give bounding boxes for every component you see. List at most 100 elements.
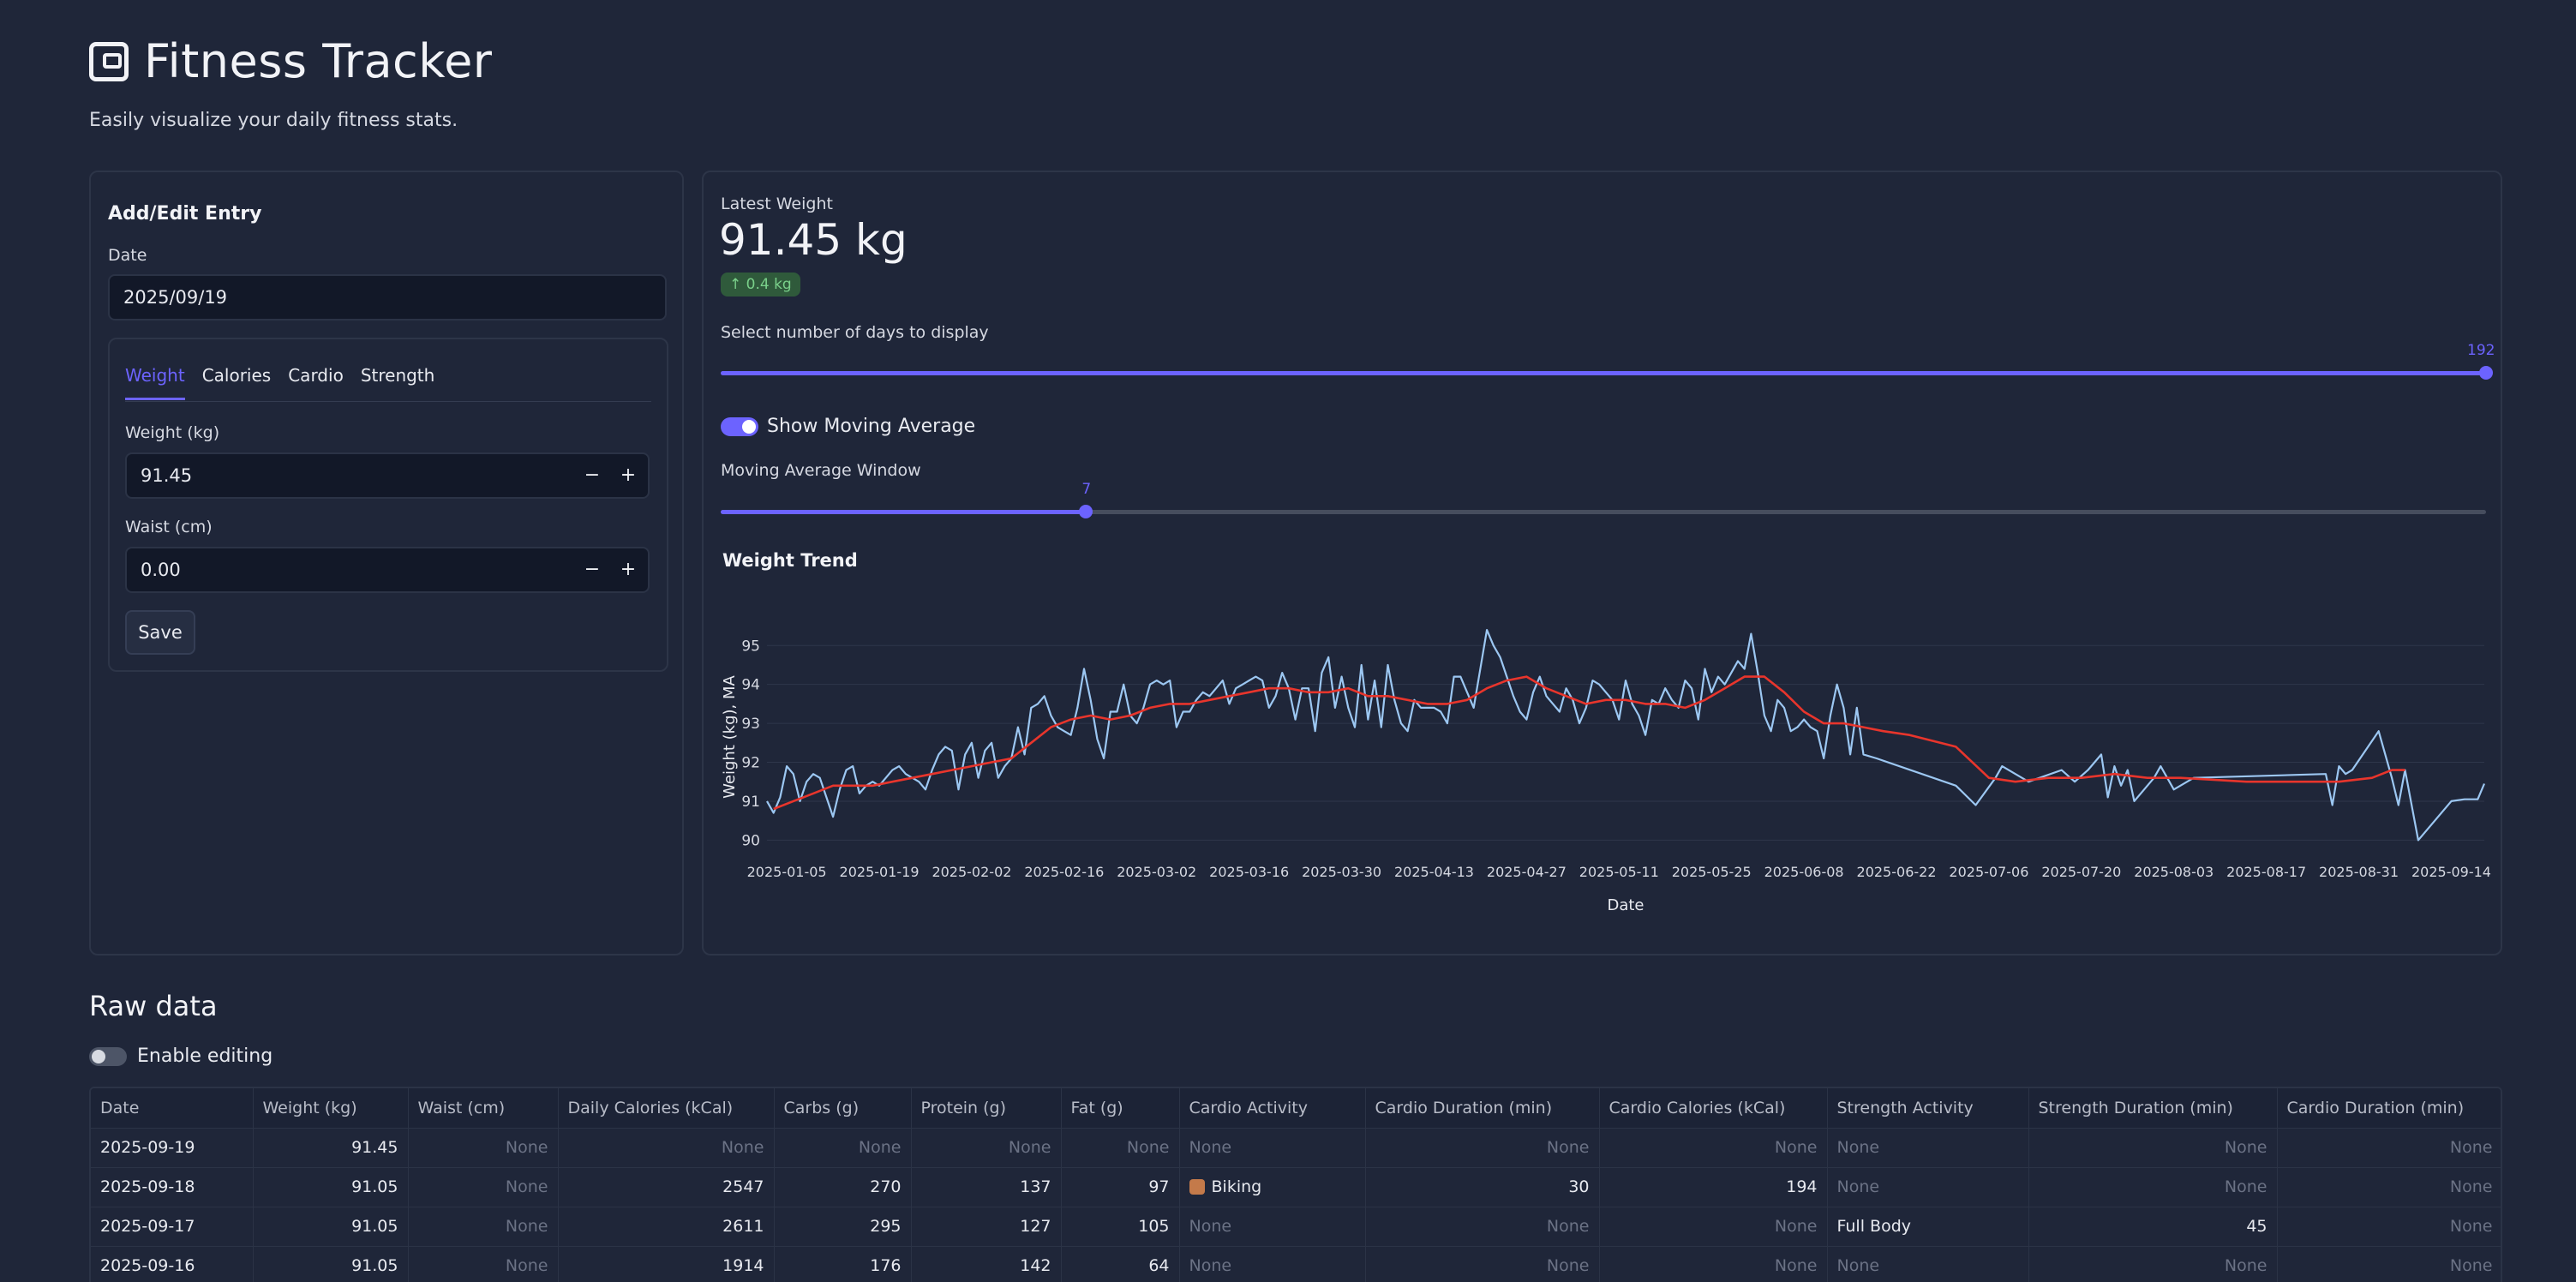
column-header[interactable]: Carbs (g) (774, 1088, 912, 1129)
table-cell[interactable]: 295 (774, 1207, 912, 1247)
table-cell[interactable]: 91.45 (253, 1128, 409, 1168)
table-cell[interactable]: 45 (2028, 1207, 2278, 1247)
enable-editing-toggle[interactable] (89, 1046, 127, 1066)
table-cell[interactable]: None (911, 1128, 1062, 1168)
column-header[interactable]: Cardio Duration (min) (1365, 1088, 1600, 1129)
table-cell[interactable]: None (2028, 1128, 2278, 1168)
weight-label: Weight (kg) (125, 423, 220, 442)
table-row[interactable]: 2025-09-19 91.45 None None None None None None N… (91, 1128, 2501, 1168)
stats-card: Latest Weight 91.45 kg ↑ 0.4 kg Select n… (702, 171, 2502, 956)
table-cell[interactable]: 1914 (558, 1246, 775, 1282)
form-title: Add/Edit Entry (108, 203, 262, 225)
table-cell[interactable]: 194 (1599, 1167, 1828, 1207)
column-header[interactable]: Cardio Duration (min) (2277, 1088, 2501, 1129)
table-cell[interactable]: None (1827, 1167, 2029, 1207)
enable-editing-toggle-row[interactable]: Enable editing (89, 1045, 273, 1067)
date-input[interactable]: 2025/09/19 (108, 274, 667, 320)
table-cell[interactable]: None (1827, 1246, 2029, 1282)
x-tick-label: 2025-06-22 (1857, 864, 1937, 880)
table-cell[interactable]: None (1365, 1207, 1600, 1247)
column-header[interactable]: Daily Calories (kCal) (558, 1088, 775, 1129)
table-cell[interactable]: None (1179, 1128, 1366, 1168)
table-cell[interactable]: None (1179, 1246, 1366, 1282)
tab-calories[interactable]: Calories (202, 365, 272, 400)
table-row[interactable]: 2025-09-16 91.05 None 1914 176 142 64 None None N… (91, 1246, 2501, 1282)
column-header[interactable]: Cardio Calories (kCal) (1599, 1088, 1828, 1129)
table-cell[interactable]: None (408, 1246, 559, 1282)
table-cell[interactable]: 270 (774, 1167, 912, 1207)
table-cell[interactable]: 91.05 (253, 1207, 409, 1247)
waist-decrement-button[interactable]: − (579, 548, 605, 591)
table-cell[interactable]: Biking (1179, 1167, 1366, 1207)
save-button[interactable]: Save (125, 610, 195, 655)
page-subtitle: Easily visualize your daily fitness stat… (89, 110, 458, 131)
table-cell[interactable]: None (408, 1128, 559, 1168)
column-header[interactable]: Waist (cm) (408, 1088, 559, 1129)
x-tick-label: 2025-01-19 (840, 864, 920, 880)
table-cell[interactable]: 2025-09-16 (91, 1246, 254, 1282)
waist-increment-button[interactable]: + (615, 548, 641, 591)
table-cell[interactable]: 64 (1061, 1246, 1180, 1282)
column-header[interactable]: Weight (kg) (253, 1088, 409, 1129)
table-cell[interactable]: 2611 (558, 1207, 775, 1247)
table-cell[interactable]: None (1599, 1246, 1828, 1282)
table-cell[interactable]: 2025-09-18 (91, 1167, 254, 1207)
table-cell[interactable]: None (408, 1207, 559, 1247)
table-cell[interactable]: None (2277, 1246, 2501, 1282)
table-cell[interactable]: None (558, 1128, 775, 1168)
table-cell[interactable]: None (774, 1128, 912, 1168)
x-tick-label: 2025-04-27 (1487, 864, 1567, 880)
table-cell[interactable]: None (1365, 1246, 1600, 1282)
tab-weight[interactable]: Weight (125, 365, 185, 400)
column-header[interactable]: Cardio Activity (1179, 1088, 1366, 1129)
column-header[interactable]: Protein (g) (911, 1088, 1062, 1129)
table-cell[interactable]: None (408, 1167, 559, 1207)
y-axis-label: Weight (kg), MA (721, 675, 739, 799)
table-cell[interactable]: None (1599, 1128, 1828, 1168)
table-row[interactable]: 2025-09-17 91.05 None 2611 295 127 105 None None… (91, 1207, 2501, 1247)
column-header[interactable]: Strength Activity (1827, 1088, 2029, 1129)
y-tick-label: 94 (741, 677, 760, 694)
table-cell[interactable]: Full Body (1827, 1207, 2029, 1247)
waist-label: Waist (cm) (125, 518, 213, 536)
x-tick-label: 2025-03-30 (1302, 864, 1381, 880)
waist-value[interactable]: 0.00 (141, 548, 181, 591)
table-cell[interactable]: None (1061, 1128, 1180, 1168)
x-tick-label: 2025-01-05 (747, 864, 827, 880)
table-cell[interactable]: 105 (1061, 1207, 1180, 1247)
weight-value[interactable]: 91.45 (141, 454, 192, 497)
tab-cardio[interactable]: Cardio (288, 365, 344, 400)
table-cell[interactable]: 97 (1061, 1167, 1180, 1207)
column-header[interactable]: Fat (g) (1061, 1088, 1180, 1129)
weight-input[interactable]: 91.45 − + (125, 452, 650, 499)
tab-strength[interactable]: Strength (361, 365, 435, 400)
column-header[interactable]: Strength Duration (min) (2028, 1088, 2278, 1129)
table-cell[interactable]: 30 (1365, 1167, 1600, 1207)
column-header[interactable]: Date (91, 1088, 254, 1129)
x-tick-label: 2025-03-16 (1209, 864, 1289, 880)
table-cell[interactable]: None (2277, 1167, 2501, 1207)
entry-form-card: Add/Edit Entry Date 2025/09/19 Weight Ca… (89, 171, 684, 956)
table-cell[interactable]: 176 (774, 1246, 912, 1282)
table-cell[interactable]: 2025-09-17 (91, 1207, 254, 1247)
table-cell[interactable]: None (1365, 1128, 1600, 1168)
table-cell[interactable]: 137 (911, 1167, 1062, 1207)
table-cell[interactable]: None (2028, 1167, 2278, 1207)
table-cell[interactable]: 2025-09-19 (91, 1128, 254, 1168)
table-cell[interactable]: 127 (911, 1207, 1062, 1247)
table-cell[interactable]: None (1599, 1207, 1828, 1247)
table-cell[interactable]: None (2277, 1128, 2501, 1168)
waist-input[interactable]: 0.00 − + (125, 547, 650, 593)
table-cell[interactable]: 91.05 (253, 1167, 409, 1207)
table-cell[interactable]: 2547 (558, 1167, 775, 1207)
weight-decrement-button[interactable]: − (579, 454, 605, 497)
table-cell[interactable]: None (1179, 1207, 1366, 1247)
raw-data-table[interactable]: Date Weight (kg) Waist (cm) Daily Calories … (89, 1087, 2502, 1282)
table-row[interactable]: 2025-09-18 91.05 None 2547 270 137 97 Biking 30 1… (91, 1167, 2501, 1207)
table-cell[interactable]: None (1827, 1128, 2029, 1168)
table-cell[interactable]: 142 (911, 1246, 1062, 1282)
table-cell[interactable]: None (2277, 1207, 2501, 1247)
table-cell[interactable]: 91.05 (253, 1246, 409, 1282)
table-cell[interactable]: None (2028, 1246, 2278, 1282)
weight-increment-button[interactable]: + (615, 454, 641, 497)
